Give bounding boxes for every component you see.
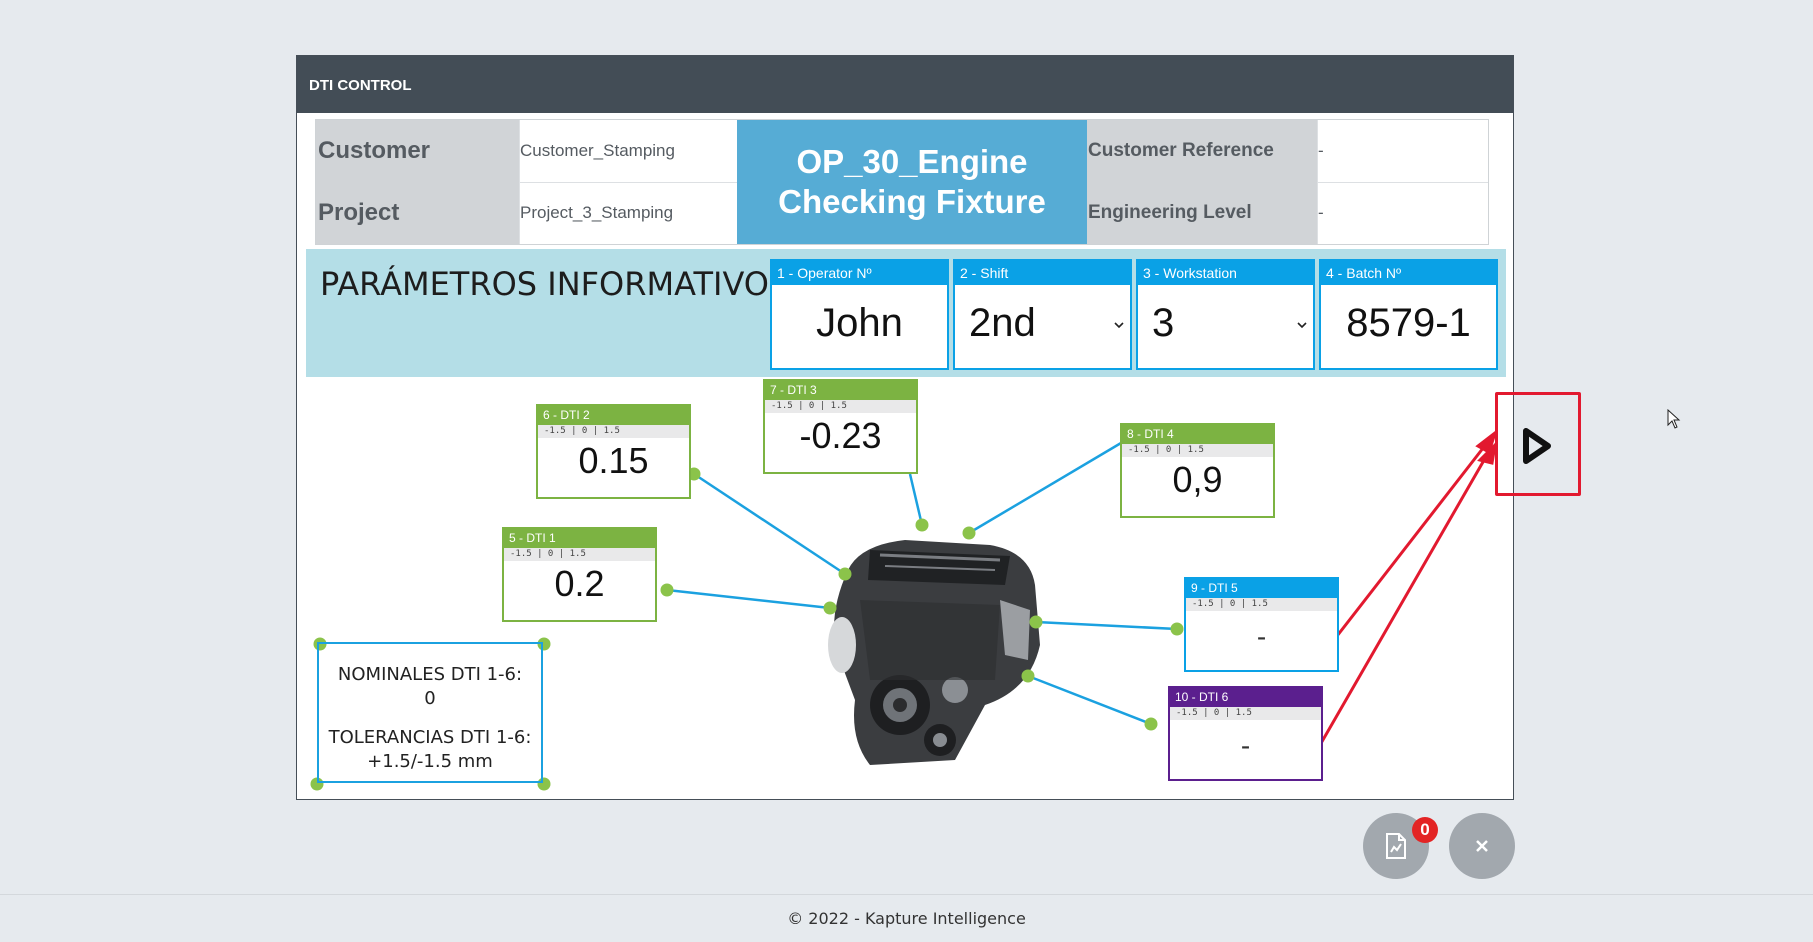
dti-1-tolerance: -1.5 | 0 | 1.5 (504, 548, 655, 561)
notes-tolerance-value: +1.5/-1.5 mm (367, 751, 493, 772)
dti-3-box[interactable]: 7 - DTI 3 -1.5 | 0 | 1.5 -0.23 (763, 379, 918, 474)
dti-1-value[interactable]: 0.2 (504, 563, 655, 605)
notes-tolerance-label: TOLERANCIAS DTI 1-6: (328, 727, 532, 748)
notes-nominal-label: NOMINALES DTI 1-6: (337, 664, 523, 685)
dti-5-value[interactable]: - (1186, 621, 1337, 653)
footer-copyright: © 2022 - Kapture Intelligence (787, 909, 1026, 928)
report-count-badge: 0 (1412, 817, 1438, 843)
dti-6-box[interactable]: 10 - DTI 6 -1.5 | 0 | 1.5 - (1168, 686, 1323, 781)
dti-4-box[interactable]: 8 - DTI 4 -1.5 | 0 | 1.5 0,9 (1120, 423, 1275, 518)
dti-5-tolerance: -1.5 | 0 | 1.5 (1186, 598, 1337, 611)
dti-2-value[interactable]: 0.15 (538, 440, 689, 482)
dti-6-value[interactable]: - (1170, 730, 1321, 762)
close-icon (1476, 840, 1488, 852)
play-next-icon[interactable] (1498, 395, 1578, 493)
dti-2-label: 6 - DTI 2 (538, 406, 689, 425)
footer: © 2022 - Kapture Intelligence (0, 894, 1813, 942)
mouse-cursor-icon (1667, 409, 1681, 429)
dti-1-box[interactable]: 5 - DTI 1 -1.5 | 0 | 1.5 0.2 (502, 527, 657, 622)
dti-1-label: 5 - DTI 1 (504, 529, 655, 548)
dti-5-box[interactable]: 9 - DTI 5 -1.5 | 0 | 1.5 - (1184, 577, 1339, 672)
engine-image (828, 540, 1040, 765)
dti-2-box[interactable]: 6 - DTI 2 -1.5 | 0 | 1.5 0.15 (536, 404, 691, 499)
dti-3-tolerance: -1.5 | 0 | 1.5 (765, 400, 916, 413)
report-file-icon (1386, 833, 1406, 859)
next-step-highlight[interactable] (1495, 392, 1581, 496)
dti-4-tolerance: -1.5 | 0 | 1.5 (1122, 444, 1273, 457)
dti-6-tolerance: -1.5 | 0 | 1.5 (1170, 707, 1321, 720)
nominals-notes: NOMINALES DTI 1-6: 0 TOLERANCIAS DTI 1-6… (317, 642, 543, 783)
dti-5-label: 9 - DTI 5 (1186, 579, 1337, 598)
annotation-arrows (1318, 428, 1498, 746)
dti-2-tolerance: -1.5 | 0 | 1.5 (538, 425, 689, 438)
dti-4-label: 8 - DTI 4 (1122, 425, 1273, 444)
dti-3-value[interactable]: -0.23 (765, 415, 916, 457)
close-button[interactable] (1449, 813, 1515, 879)
dti-3-label: 7 - DTI 3 (765, 381, 916, 400)
notes-nominal-value: 0 (424, 688, 436, 709)
dti-4-value[interactable]: 0,9 (1122, 459, 1273, 501)
dti-6-label: 10 - DTI 6 (1170, 688, 1321, 707)
